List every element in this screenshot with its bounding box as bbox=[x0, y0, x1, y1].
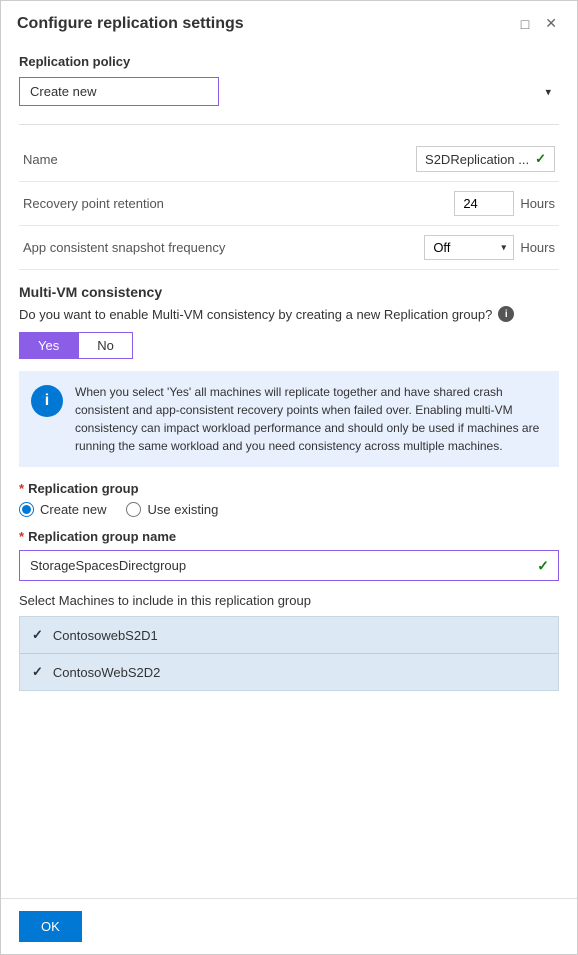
name-field-value-cell: S2DReplication ... ✓ bbox=[316, 137, 559, 182]
replication-policy-dropdown-container: Create new Use existing ▾ bbox=[19, 77, 559, 106]
snapshot-units: Hours bbox=[520, 240, 555, 255]
yes-button[interactable]: Yes bbox=[19, 332, 78, 359]
recovery-value-row: Hours bbox=[320, 191, 555, 216]
info-tooltip-icon[interactable]: i bbox=[498, 306, 514, 322]
name-check-icon: ✓ bbox=[535, 151, 546, 167]
name-row: Name S2DReplication ... ✓ bbox=[19, 137, 559, 182]
replication-group-label: * Replication group bbox=[19, 481, 559, 496]
machine-2-check-icon: ✓ bbox=[32, 664, 43, 680]
snapshot-value-cell: Off On ▾ Hours bbox=[316, 226, 559, 270]
required-star: * bbox=[19, 481, 24, 496]
recovery-value-cell: Hours bbox=[316, 182, 559, 226]
recovery-units: Hours bbox=[520, 196, 555, 211]
maximize-button[interactable]: □ bbox=[517, 14, 533, 34]
replication-policy-label: Replication policy bbox=[19, 54, 559, 69]
snapshot-select[interactable]: Off On bbox=[424, 235, 514, 260]
replication-group-title: Replication group bbox=[28, 481, 139, 496]
name-value-row: S2DReplication ... ✓ bbox=[320, 146, 555, 172]
section-divider bbox=[19, 124, 559, 125]
close-icon: ✕ bbox=[545, 15, 557, 31]
dialog-title: Configure replication settings bbox=[17, 15, 244, 33]
replication-group-name-check-icon: ✓ bbox=[537, 557, 549, 574]
info-box-text: When you select 'Yes' all machines will … bbox=[75, 383, 547, 455]
name-value-text: S2DReplication ... bbox=[425, 152, 529, 167]
no-button[interactable]: No bbox=[78, 332, 133, 359]
multi-vm-question: Do you want to enable Multi-VM consisten… bbox=[19, 307, 492, 322]
name-input-display: S2DReplication ... ✓ bbox=[416, 146, 555, 172]
machines-select-label: Select Machines to include in this repli… bbox=[19, 593, 559, 608]
snapshot-row: App consistent snapshot frequency Off On… bbox=[19, 226, 559, 270]
use-existing-radio-option[interactable]: Use existing bbox=[126, 502, 218, 517]
snapshot-select-wrapper: Off On ▾ bbox=[424, 235, 514, 260]
create-new-radio-option[interactable]: Create new bbox=[19, 502, 106, 517]
recovery-row: Recovery point retention Hours bbox=[19, 182, 559, 226]
machine-2-name: ContosoWebS2D2 bbox=[53, 665, 160, 680]
machine-item-2: ✓ ContosoWebS2D2 bbox=[20, 654, 558, 690]
info-circle-icon: i bbox=[31, 385, 63, 417]
ok-button[interactable]: OK bbox=[19, 911, 82, 942]
replication-group-name-label: * Replication group name bbox=[19, 529, 559, 544]
required-star-2: * bbox=[19, 529, 24, 544]
policy-form-table: Name S2DReplication ... ✓ Recovery point… bbox=[19, 137, 559, 270]
replication-group-name-title: Replication group name bbox=[28, 529, 176, 544]
replication-group-name-row: ✓ bbox=[19, 550, 559, 581]
use-existing-radio-label: Use existing bbox=[147, 502, 218, 517]
create-new-radio[interactable] bbox=[19, 502, 34, 517]
recovery-input[interactable] bbox=[454, 191, 514, 216]
machine-1-check-icon: ✓ bbox=[32, 627, 43, 643]
window-controls: □ ✕ bbox=[517, 13, 561, 34]
recovery-label: Recovery point retention bbox=[19, 182, 316, 226]
replication-policy-dropdown[interactable]: Create new Use existing bbox=[19, 77, 219, 106]
multi-vm-question-row: Do you want to enable Multi-VM consisten… bbox=[19, 306, 559, 322]
snapshot-label: App consistent snapshot frequency bbox=[19, 226, 316, 270]
dropdown-arrow-icon: ▾ bbox=[545, 85, 551, 98]
replication-group-name-input[interactable] bbox=[19, 550, 559, 581]
configure-replication-dialog: Configure replication settings □ ✕ Repli… bbox=[0, 0, 578, 955]
info-box-icon-container: i bbox=[31, 383, 63, 455]
yes-no-toggle-group: Yes No bbox=[19, 332, 559, 359]
use-existing-radio[interactable] bbox=[126, 502, 141, 517]
name-field-label: Name bbox=[19, 137, 316, 182]
multi-vm-title: Multi-VM consistency bbox=[19, 284, 559, 300]
maximize-icon: □ bbox=[521, 16, 529, 32]
dialog-footer: OK bbox=[1, 898, 577, 954]
title-bar: Configure replication settings □ ✕ bbox=[1, 1, 577, 44]
machine-item-1: ✓ ContosowebS2D1 bbox=[20, 617, 558, 654]
close-button[interactable]: ✕ bbox=[541, 13, 561, 34]
multi-vm-section: Multi-VM consistency Do you want to enab… bbox=[19, 284, 559, 691]
snapshot-value-row: Off On ▾ Hours bbox=[320, 235, 555, 260]
create-new-radio-label: Create new bbox=[40, 502, 106, 517]
dialog-content: Replication policy Create new Use existi… bbox=[1, 44, 577, 898]
machine-1-name: ContosowebS2D1 bbox=[53, 628, 158, 643]
info-box: i When you select 'Yes' all machines wil… bbox=[19, 371, 559, 467]
machine-list: ✓ ContosowebS2D1 ✓ ContosoWebS2D2 bbox=[19, 616, 559, 691]
replication-group-radio-group: Create new Use existing bbox=[19, 502, 559, 517]
